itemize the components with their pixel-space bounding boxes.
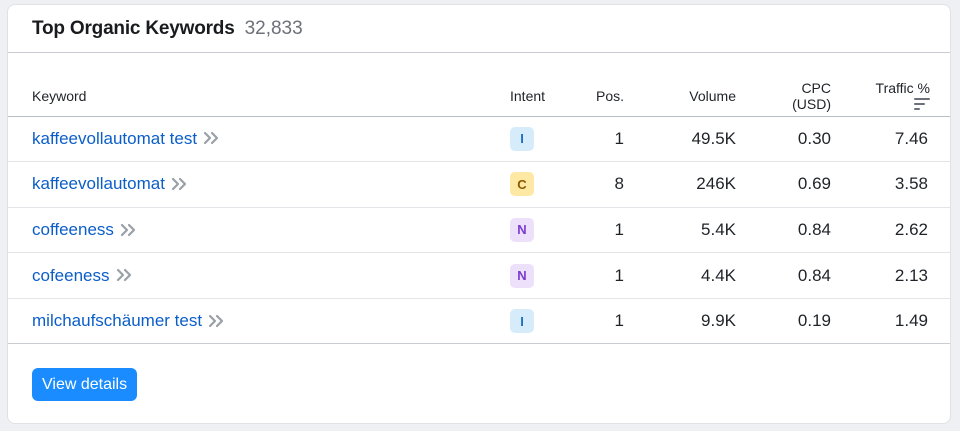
cpc-cell: 0.84 bbox=[760, 207, 855, 254]
intent-badge: C bbox=[510, 172, 534, 197]
double-chevron-right-icon[interactable] bbox=[203, 131, 219, 145]
sort-icon[interactable] bbox=[914, 97, 930, 111]
double-chevron-right-icon[interactable] bbox=[116, 268, 132, 282]
table-body: kaffeevollautomat test I 1 49.5K 0.30 7.… bbox=[8, 116, 950, 345]
keyword-link[interactable]: milchaufschäumer test bbox=[32, 311, 202, 330]
card-footer: View details bbox=[8, 344, 950, 402]
traffic-cell: 3.58 bbox=[855, 161, 950, 208]
position-cell: 1 bbox=[572, 252, 664, 299]
position-cell: 8 bbox=[572, 161, 664, 208]
column-header-traffic[interactable]: Traffic % bbox=[855, 76, 950, 117]
volume-cell: 5.4K bbox=[664, 207, 760, 254]
table-header-row: Keyword Intent Pos. Volume CPC (USD) Tra… bbox=[8, 76, 950, 117]
double-chevron-right-icon[interactable] bbox=[208, 314, 224, 328]
position-cell: 1 bbox=[572, 207, 664, 254]
table-row: cofeeness N 1 4.4K 0.84 2.13 bbox=[8, 252, 950, 299]
table-row: kaffeevollautomat test I 1 49.5K 0.30 7.… bbox=[8, 116, 950, 163]
volume-cell: 246K bbox=[664, 161, 760, 208]
intent-cell: I bbox=[510, 116, 572, 163]
keyword-link[interactable]: kaffeevollautomat test bbox=[32, 129, 197, 148]
cpc-cell: 0.69 bbox=[760, 161, 855, 208]
column-header-keyword[interactable]: Keyword bbox=[8, 76, 510, 117]
traffic-cell: 2.62 bbox=[855, 207, 950, 254]
keyword-link[interactable]: coffeeness bbox=[32, 220, 114, 239]
view-details-button[interactable]: View details bbox=[32, 368, 138, 402]
keyword-link[interactable]: cofeeness bbox=[32, 266, 110, 285]
column-header-volume[interactable]: Volume bbox=[664, 76, 760, 117]
intent-cell: N bbox=[510, 252, 572, 299]
keywords-table: Keyword Intent Pos. Volume CPC (USD) Tra… bbox=[8, 76, 950, 345]
intent-badge: I bbox=[510, 309, 534, 334]
position-cell: 1 bbox=[572, 298, 664, 345]
intent-cell: C bbox=[510, 161, 572, 208]
volume-cell: 4.4K bbox=[664, 252, 760, 299]
table-row: coffeeness N 1 5.4K 0.84 2.62 bbox=[8, 207, 950, 254]
traffic-header-label: Traffic % bbox=[875, 79, 930, 96]
traffic-cell: 2.13 bbox=[855, 252, 950, 299]
keyword-cell: kaffeevollautomat test bbox=[8, 116, 510, 163]
intent-cell: N bbox=[510, 207, 572, 254]
keyword-cell: milchaufschäumer test bbox=[8, 298, 510, 345]
cpc-cell: 0.19 bbox=[760, 298, 855, 345]
double-chevron-right-icon[interactable] bbox=[120, 223, 136, 237]
volume-cell: 9.9K bbox=[664, 298, 760, 345]
column-header-cpc[interactable]: CPC (USD) bbox=[760, 76, 855, 117]
card-header: Top Organic Keywords 32,833 bbox=[8, 5, 950, 53]
position-cell: 1 bbox=[572, 116, 664, 163]
card-title: Top Organic Keywords bbox=[32, 17, 235, 39]
volume-cell: 49.5K bbox=[664, 116, 760, 163]
cpc-cell: 0.30 bbox=[760, 116, 855, 163]
traffic-cell: 1.49 bbox=[855, 298, 950, 345]
keyword-link[interactable]: kaffeevollautomat bbox=[32, 174, 165, 193]
intent-cell: I bbox=[510, 298, 572, 345]
column-header-intent[interactable]: Intent bbox=[510, 76, 572, 117]
keyword-cell: cofeeness bbox=[8, 252, 510, 299]
keyword-cell: kaffeevollautomat bbox=[8, 161, 510, 208]
intent-badge: N bbox=[510, 217, 534, 242]
traffic-cell: 7.46 bbox=[855, 116, 950, 163]
column-header-position[interactable]: Pos. bbox=[572, 76, 664, 117]
keyword-cell: coffeeness bbox=[8, 207, 510, 254]
table-row: milchaufschäumer test I 1 9.9K 0.19 1.49 bbox=[8, 298, 950, 345]
double-chevron-right-icon[interactable] bbox=[171, 177, 187, 191]
cpc-cell: 0.84 bbox=[760, 252, 855, 299]
keyword-count: 32,833 bbox=[244, 17, 303, 39]
top-organic-keywords-card: Top Organic Keywords 32,833 Keyword Inte… bbox=[7, 4, 951, 424]
intent-badge: N bbox=[510, 263, 534, 288]
intent-badge: I bbox=[510, 126, 534, 151]
table-row: kaffeevollautomat C 8 246K 0.69 3.58 bbox=[8, 161, 950, 208]
